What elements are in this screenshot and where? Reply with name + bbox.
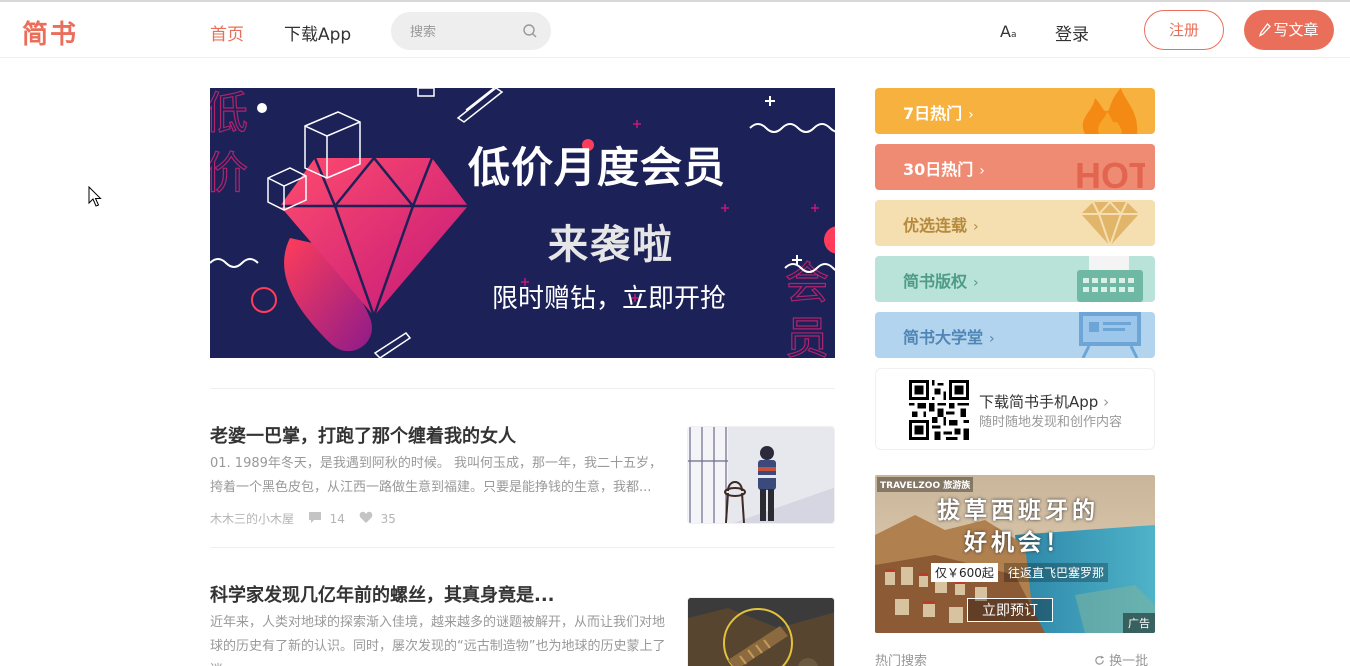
comment-icon: [308, 511, 322, 527]
flame-icon: [1082, 88, 1138, 134]
nav-home-link[interactable]: 首页: [210, 20, 244, 45]
svg-text:价: 价: [210, 148, 248, 199]
banner-tagline: 限时赠钻，立即开抢: [492, 284, 727, 314]
refresh-icon: [1095, 655, 1105, 665]
board-7day-hot[interactable]: 7日热门 ›: [875, 88, 1155, 134]
typewriter-icon: [1077, 256, 1143, 302]
article-thumbnail[interactable]: [687, 426, 835, 524]
nav-download-app-link[interactable]: 下载App: [284, 20, 351, 45]
search-box: [391, 12, 551, 50]
mouse-cursor-icon: [88, 186, 102, 207]
banner-artwork: 低 价 会 员: [210, 88, 835, 358]
screen-icon: [1079, 312, 1141, 358]
board-label: 简书大学堂 ›: [903, 328, 995, 347]
svg-text:低: 低: [210, 88, 248, 139]
svg-text:HOT: HOT: [1075, 155, 1145, 190]
board-label: 30日热门 ›: [903, 160, 985, 179]
top-navbar: 简书 首页 下载App Aa 登录 注册 写文章: [0, 2, 1350, 58]
ad-route: 往返直飞巴塞罗那: [1004, 563, 1109, 582]
promo-banner[interactable]: 低 价 会 员 低价月度会员 来袭啦 限时赠钻，立即开抢: [210, 88, 835, 358]
font-size-toggle[interactable]: Aa: [1000, 22, 1016, 41]
register-button[interactable]: 注册: [1144, 10, 1224, 50]
article-thumbnail[interactable]: [687, 597, 835, 666]
hot-search-heading: 热门搜索: [875, 654, 928, 666]
app-download-desc: 随时随地发现和创作内容: [979, 415, 1123, 430]
board-copyright[interactable]: 简书版权 ›: [875, 256, 1155, 302]
diamond-icon: [1081, 200, 1139, 246]
article-author[interactable]: 木木三的小木屋: [210, 510, 294, 527]
ad-book-now-button[interactable]: 立即预订: [967, 598, 1053, 622]
divider: [210, 547, 835, 548]
board-label: 7日热门 ›: [903, 104, 974, 123]
svg-text:员: 员: [785, 313, 829, 358]
divider: [210, 388, 835, 389]
write-article-button[interactable]: 写文章: [1244, 10, 1334, 50]
write-article-label: 写文章: [1273, 21, 1319, 39]
like-count: 35: [380, 511, 396, 526]
banner-title: 低价月度会员: [468, 143, 727, 192]
app-download-title: 下载简书手机App ›: [979, 393, 1110, 411]
font-toggle-main: A: [1000, 22, 1011, 41]
advertisement-banner[interactable]: TRAVELZOO 旅游族 拔草西班牙的 好机会！ 仅￥600起 往返直飞巴塞罗…: [875, 475, 1155, 633]
font-toggle-small: a: [1010, 30, 1017, 40]
board-serial-picks[interactable]: 优选连载 ›: [875, 200, 1155, 246]
article-abstract: 近年来，人类对地球的探索渐入佳境，越来越多的谜题被解开，从而让我们对地球的历史有…: [210, 615, 666, 666]
ad-brand: TRAVELZOO 旅游族: [877, 477, 974, 492]
search-icon[interactable]: [522, 23, 538, 39]
article-item: 科学家发现几亿年前的螺丝，其真身竟是... 近年来，人类对地球的探索渐入佳境，越…: [210, 581, 835, 666]
comment-count[interactable]: 14: [330, 512, 345, 526]
login-link[interactable]: 登录: [1055, 20, 1089, 45]
logo[interactable]: 简书: [22, 14, 78, 51]
svg-text:会: 会: [785, 258, 829, 309]
board-30day-hot[interactable]: 30日热门 › HOT: [875, 144, 1155, 190]
heart-icon: [359, 511, 373, 527]
board-university[interactable]: 简书大学堂 ›: [875, 312, 1155, 358]
board-label: 简书版权 ›: [903, 272, 979, 291]
ad-label: 广告: [1123, 613, 1155, 633]
hot-text-icon: HOT: [1075, 155, 1145, 190]
download-app-card[interactable]: 下载简书手机App › 随时随地发现和创作内容: [875, 368, 1155, 450]
pencil-icon: [1259, 23, 1272, 37]
search-input[interactable]: [410, 22, 520, 42]
article-title[interactable]: 科学家发现几亿年前的螺丝，其真身竟是...: [210, 581, 670, 607]
ad-headline: 拔草西班牙的 好机会！: [937, 498, 1099, 556]
ad-price: 仅￥600起: [931, 563, 998, 582]
qr-code-icon: [909, 380, 969, 440]
refresh-label: 换一批: [1109, 654, 1149, 666]
article-abstract: 01. 1989年冬天，是我遇到阿秋的时候。 我叫何玉成，那一年，我二十五岁，挎…: [210, 456, 663, 495]
article-meta: 木木三的小木屋 14 35: [210, 510, 396, 527]
banner-subtitle: 来袭啦: [548, 222, 674, 268]
article-item: 老婆一巴掌，打跑了那个缠着我的女人 01. 1989年冬天，是我遇到阿秋的时候。…: [210, 422, 835, 532]
board-label: 优选连载 ›: [903, 216, 979, 235]
refresh-button[interactable]: 换一批: [1094, 650, 1148, 666]
article-title[interactable]: 老婆一巴掌，打跑了那个缠着我的女人: [210, 422, 670, 448]
